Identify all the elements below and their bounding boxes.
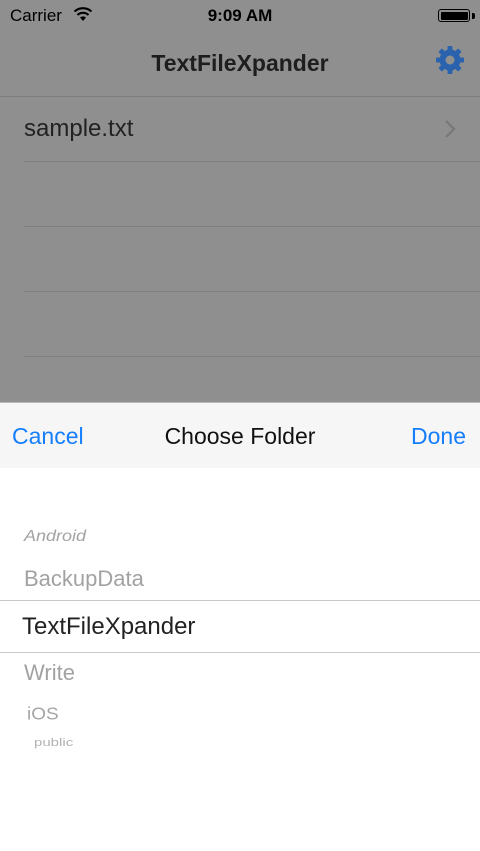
chevron-right-icon — [445, 120, 456, 138]
picker-title: Choose Folder — [164, 423, 316, 449]
list-item-empty — [24, 162, 480, 227]
battery-cap — [472, 13, 475, 19]
navigation-bar: TextFileXpander — [0, 32, 480, 97]
picker-option[interactable]: BackupData — [24, 566, 144, 592]
picker-option[interactable]: iOS — [27, 705, 59, 725]
selection-indicator-top — [0, 600, 480, 601]
picker-toolbar: Cancel Choose Folder Done — [0, 402, 480, 468]
list-item[interactable]: sample.txt — [24, 97, 480, 162]
picker-option[interactable]: Android — [24, 528, 86, 546]
battery-icon — [438, 9, 470, 22]
status-bar: Carrier 9:09 AM — [0, 0, 480, 32]
list-item-empty — [24, 292, 480, 357]
folder-picker-sheet: Cancel Choose Folder Done Android Backup… — [0, 402, 480, 851]
gear-icon[interactable] — [434, 44, 466, 76]
picker-option[interactable]: public — [34, 736, 73, 749]
page-title: TextFileXpander — [151, 50, 329, 76]
file-list: sample.txt — [0, 97, 480, 357]
clock: 9:09 AM — [207, 6, 273, 25]
selection-indicator-bottom — [0, 652, 480, 653]
picker-option-selected[interactable]: TextFileXpander — [22, 613, 195, 641]
done-button[interactable]: Done — [411, 423, 466, 450]
folder-picker-wheel[interactable]: Android BackupData TextFileXpander Write… — [0, 468, 480, 851]
list-item-empty — [24, 227, 480, 292]
file-name: sample.txt — [24, 115, 134, 142]
picker-option[interactable]: Write — [24, 660, 75, 686]
